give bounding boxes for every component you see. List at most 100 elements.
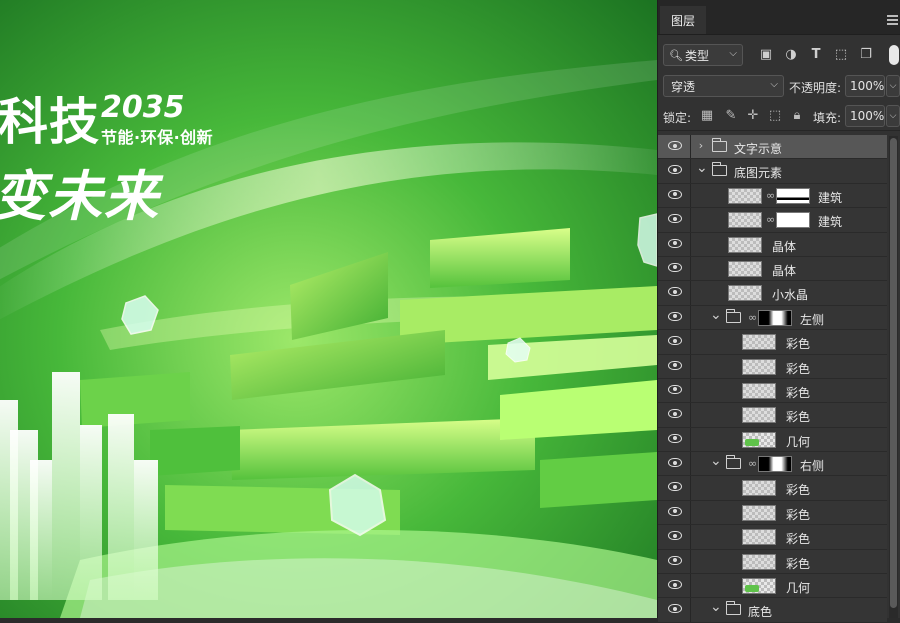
chain-link-icon[interactable]: ∞ [766,213,775,226]
lock-image-pixels-icon[interactable]: ✎ [723,108,739,123]
layer-row[interactable]: ⌄ ∞ 右侧 [658,452,887,477]
image-filter-icon[interactable]: ▣ [758,47,774,63]
layer-thumbnail[interactable] [742,382,776,399]
layer-name[interactable]: 文字示意 [734,140,782,157]
layer-row[interactable]: ⌄ ∞ 左侧 [658,305,887,331]
layer-mask-thumbnail[interactable] [758,309,792,326]
layer-name[interactable]: 彩色 [786,408,810,425]
fill-input[interactable]: 100% [845,105,885,127]
lock-position-icon[interactable]: ✛ [745,108,761,123]
lock-transparent-pixels-icon[interactable]: ▦ [699,108,715,123]
visibility-eye-icon[interactable] [668,580,682,590]
visibility-eye-icon[interactable] [668,165,682,175]
lock-all-icon[interactable]: 🔒︎ [789,108,805,123]
layer-thumbnail[interactable] [742,578,776,595]
type-filter-icon[interactable]: T [808,47,824,63]
layer-thumbnail[interactable] [742,334,776,351]
chevron-down-icon[interactable]: ⌄ [696,160,708,176]
visibility-eye-icon[interactable] [668,555,682,565]
layer-row[interactable]: 彩色 [658,549,887,575]
layer-mask-thumbnail[interactable] [758,456,792,473]
opacity-input[interactable]: 100% [845,75,885,97]
layer-name[interactable]: 几何 [786,579,810,596]
layer-name[interactable]: 建筑 [818,213,842,230]
tab-layers[interactable]: 图层 [660,6,706,34]
visibility-eye-icon[interactable] [668,604,682,614]
layer-name[interactable]: 彩色 [786,555,810,572]
layer-name[interactable]: 彩色 [786,506,810,523]
visibility-eye-icon[interactable] [668,238,682,248]
filter-kind-dropdown[interactable]: 🔍︎ 类型 ⌵ [663,44,743,66]
visibility-eye-icon[interactable] [668,287,682,297]
layer-row[interactable]: › 文字示意 [658,135,887,160]
layer-mask-thumbnail[interactable] [776,212,810,229]
layer-thumbnail[interactable] [728,236,762,253]
layer-row[interactable]: 彩色 [658,500,887,526]
visibility-eye-icon[interactable] [668,384,682,394]
layer-row[interactable]: 几何 [658,574,887,599]
scrollbar-thumb[interactable] [890,138,897,608]
layer-thumbnail[interactable] [742,553,776,570]
layer-row[interactable]: 晶体 [658,232,887,257]
layer-thumbnail[interactable] [728,285,762,302]
layer-row[interactable]: ⌄ 底图元素 [658,159,887,184]
layer-row[interactable]: ⌄ 底色 [658,598,887,623]
layer-name[interactable]: 彩色 [786,360,810,377]
layer-thumbnail[interactable] [728,187,762,204]
adjustment-filter-icon[interactable]: ◑ [783,47,799,63]
layer-row[interactable]: 几何 [658,427,887,453]
layer-name[interactable]: 彩色 [786,384,810,401]
layer-thumbnail[interactable] [728,212,762,229]
visibility-eye-icon[interactable] [668,482,682,492]
layer-row[interactable]: ∞ 建筑 [658,208,887,233]
layer-name[interactable]: 几何 [786,433,810,450]
layer-row[interactable]: 彩色 [658,330,887,355]
visibility-eye-icon[interactable] [668,336,682,346]
artwork-canvas[interactable]: 科技 2035 节能·环保·创新 变未来 [0,0,657,618]
layer-row[interactable]: 彩色 [658,354,887,379]
layer-name[interactable]: 底图元素 [734,164,782,181]
chain-link-icon[interactable]: ∞ [766,189,775,202]
visibility-eye-icon[interactable] [668,409,682,419]
layer-thumbnail[interactable] [742,431,776,448]
layer-name[interactable]: 晶体 [772,262,796,279]
layer-name[interactable]: 左侧 [800,311,824,328]
layer-row[interactable]: 彩色 [658,403,887,428]
layer-name[interactable]: 彩色 [786,530,810,547]
layer-name[interactable]: 建筑 [818,189,842,206]
visibility-eye-icon[interactable] [668,506,682,516]
layer-row[interactable]: 彩色 [658,378,887,404]
chain-link-icon[interactable]: ∞ [748,457,757,470]
layer-thumbnail[interactable] [742,529,776,546]
visibility-eye-icon[interactable] [668,311,682,321]
visibility-eye-icon[interactable] [668,531,682,541]
layer-row[interactable]: 晶体 [658,256,887,282]
layer-name[interactable]: 右侧 [800,457,824,474]
layer-thumbnail[interactable] [742,407,776,424]
blend-mode-dropdown[interactable]: 穿透 ⌵ [663,75,784,97]
lock-artboard-icon[interactable]: ⬚ [767,108,783,123]
visibility-eye-icon[interactable] [668,360,682,370]
layer-row[interactable]: ∞ 建筑 [658,183,887,209]
layer-thumbnail[interactable] [742,504,776,521]
layer-thumbnail[interactable] [742,480,776,497]
layer-name[interactable]: 彩色 [786,335,810,352]
chain-link-icon[interactable]: ∞ [748,311,757,324]
filter-toggle-icon[interactable] [889,45,899,65]
visibility-eye-icon[interactable] [668,141,682,150]
chevron-down-icon[interactable]: ⌄ [710,453,722,469]
smart-object-filter-icon[interactable]: ❐ [858,47,874,63]
visibility-eye-icon[interactable] [668,458,682,468]
chevron-down-icon[interactable]: ⌄ [710,599,722,615]
chevron-down-icon[interactable]: ⌄ [710,307,722,323]
shape-filter-icon[interactable]: ⬚ [833,47,849,63]
visibility-eye-icon[interactable] [668,214,682,224]
visibility-eye-icon[interactable] [668,433,682,443]
layer-thumbnail[interactable] [742,358,776,375]
visibility-eye-icon[interactable] [668,189,682,199]
layer-row[interactable]: 彩色 [658,476,887,501]
layer-thumbnail[interactable] [728,260,762,277]
opacity-dropdown-icon[interactable]: ⌵ [886,75,900,97]
layer-name[interactable]: 晶体 [772,238,796,255]
layer-row[interactable]: 小水晶 [658,281,887,306]
